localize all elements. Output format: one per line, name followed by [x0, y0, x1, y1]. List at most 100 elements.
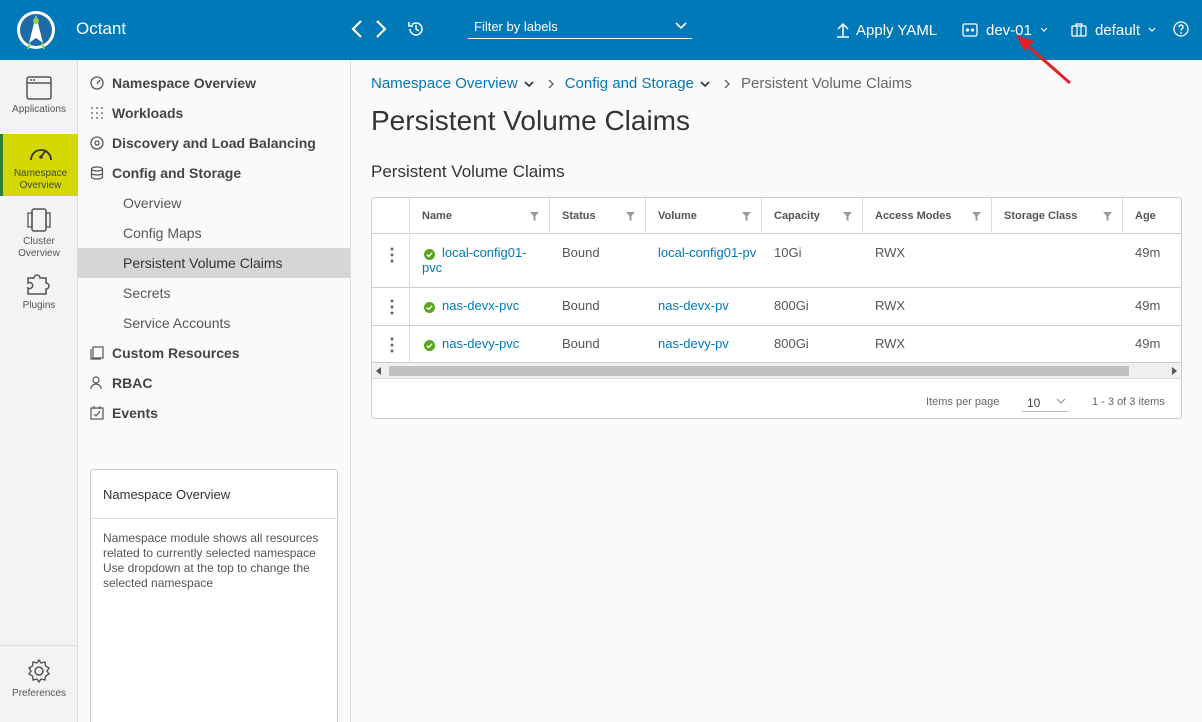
- filter-icon[interactable]: [530, 212, 539, 221]
- chevron-left-icon[interactable]: [348, 19, 366, 39]
- more-actions-icon[interactable]: [390, 247, 394, 263]
- column-header-capacity[interactable]: Capacity: [761, 198, 862, 234]
- scroll-left-arrow-icon[interactable]: [376, 367, 382, 375]
- nav-service-accounts[interactable]: Service Accounts: [78, 308, 350, 338]
- filter-icon[interactable]: [843, 212, 852, 221]
- items-per-page-select[interactable]: 10: [1022, 392, 1068, 412]
- filter-icon[interactable]: [742, 212, 751, 221]
- table-row: nas-devy-pvc Bound nas-devy-pv 800Gi RWX…: [372, 326, 1181, 363]
- pvc-name-link[interactable]: local-config01-pvc: [422, 245, 540, 275]
- nav-config-storage[interactable]: Config and Storage: [78, 158, 350, 188]
- pvc-volume-link[interactable]: local-config01-pv: [658, 245, 758, 260]
- pvc-name-link[interactable]: nas-devy-pvc: [442, 336, 519, 351]
- cluster-icon: [27, 208, 51, 232]
- status-ok-icon: [424, 302, 435, 313]
- filter-icon[interactable]: [626, 212, 635, 221]
- app-title: Octant: [76, 19, 127, 38]
- column-header-status[interactable]: Status: [549, 198, 645, 234]
- nav-label: Overview: [123, 195, 182, 211]
- nav-secrets[interactable]: Secrets: [78, 278, 350, 308]
- column-label: Storage Class: [1004, 210, 1078, 222]
- calendar-check-icon: [90, 406, 104, 420]
- pvc-access-modes: RWX: [875, 298, 906, 313]
- pvc-volume-link[interactable]: nas-devy-pv: [658, 336, 729, 351]
- network-icon: [90, 136, 104, 150]
- page-title: Persistent Volume Claims: [371, 105, 691, 136]
- octant-logo-icon[interactable]: [16, 9, 56, 51]
- pvc-capacity: 800Gi: [774, 298, 809, 313]
- column-label: Status: [562, 210, 596, 222]
- nav-label: Workloads: [112, 105, 184, 121]
- chevron-right-icon[interactable]: [372, 19, 390, 39]
- apply-yaml-button[interactable]: Apply YAML: [836, 19, 937, 41]
- column-header-access-modes[interactable]: Access Modes: [862, 198, 991, 234]
- nav-label: Discovery and Load Balancing: [112, 135, 316, 151]
- namespace-name: default: [1095, 21, 1141, 39]
- column-header-name[interactable]: Name: [409, 198, 549, 234]
- pvc-age: 49m: [1135, 245, 1161, 260]
- rail-item-preferences[interactable]: Preferences: [0, 658, 78, 708]
- breadcrumb-config-storage[interactable]: Config and Storage: [565, 75, 710, 92]
- nav-label: Events: [112, 405, 158, 421]
- chevron-down-icon: [1148, 27, 1156, 32]
- pvc-capacity: 800Gi: [774, 336, 809, 351]
- column-header-storage-class[interactable]: Storage Class: [991, 198, 1122, 234]
- table-row: nas-devx-pvc Bound nas-devx-pv 800Gi RWX…: [372, 288, 1181, 326]
- pvc-age: 49m: [1135, 336, 1161, 351]
- chevron-down-icon: [675, 22, 687, 30]
- secondary-nav: Namespace Overview Workloads Discovery a…: [78, 60, 351, 722]
- label-filter-select[interactable]: Filter by labels: [468, 16, 692, 39]
- nav-label: Secrets: [123, 285, 171, 301]
- pvc-name-link[interactable]: nas-devx-pvc: [442, 298, 519, 313]
- rail-item-namespace-overview[interactable]: Namespace Overview: [0, 134, 78, 196]
- help-card: Namespace Overview Namespace module show…: [90, 469, 338, 722]
- namespace-selector[interactable]: default: [1071, 19, 1156, 41]
- rail-item-cluster-overview[interactable]: Cluster Overview: [0, 208, 78, 260]
- nav-persistent-volume-claims[interactable]: Persistent Volume Claims: [78, 248, 350, 278]
- breadcrumb-current: Persistent Volume Claims: [740, 75, 912, 92]
- rail-item-label: Cluster Overview: [18, 236, 60, 259]
- chevron-down-icon: [700, 80, 710, 87]
- rail-item-label: Applications: [12, 104, 66, 115]
- history-icon[interactable]: [407, 20, 425, 38]
- column-header-age[interactable]: Age: [1122, 198, 1181, 234]
- table-header: Name Status Volume Capacity Access Modes…: [372, 198, 1181, 234]
- nav-custom-resources[interactable]: Custom Resources: [78, 338, 350, 368]
- nav-overview[interactable]: Overview: [78, 188, 350, 218]
- nav-discovery-load-balancing[interactable]: Discovery and Load Balancing: [78, 128, 350, 158]
- column-header-volume[interactable]: Volume: [645, 198, 761, 234]
- scroll-right-arrow-icon[interactable]: [1171, 367, 1177, 375]
- module-rail: Applications Namespace Overview Cluster …: [0, 60, 78, 722]
- table-row: local-config01-pvc Bound local-config01-…: [372, 235, 1181, 288]
- more-actions-icon[interactable]: [390, 299, 394, 315]
- row-divider: [409, 235, 410, 288]
- nav-rbac[interactable]: RBAC: [78, 368, 350, 398]
- filter-icon[interactable]: [972, 212, 981, 221]
- nav-label: Namespace Overview: [112, 75, 256, 91]
- breadcrumb-label: Namespace Overview: [371, 75, 518, 92]
- chevron-right-icon: [548, 79, 554, 88]
- documents-icon: [90, 346, 104, 360]
- breadcrumb-label: Config and Storage: [564, 75, 694, 92]
- scrollbar-thumb[interactable]: [389, 366, 1129, 376]
- pagination-info: 1 - 3 of 3 items: [1092, 396, 1165, 408]
- breadcrumb-namespace-overview[interactable]: Namespace Overview: [371, 75, 534, 92]
- pvc-table: Name Status Volume Capacity Access Modes…: [371, 197, 1182, 419]
- pvc-age: 49m: [1135, 298, 1161, 313]
- pvc-access-modes: RWX: [875, 245, 906, 260]
- horizontal-scrollbar[interactable]: [372, 363, 1181, 379]
- help-card-title: Namespace Overview: [91, 470, 337, 519]
- puzzle-piece-icon: [27, 274, 50, 295]
- filter-icon[interactable]: [1103, 212, 1112, 221]
- nav-workloads[interactable]: Workloads: [78, 98, 350, 128]
- nav-namespace-overview[interactable]: Namespace Overview: [78, 68, 350, 98]
- pvc-volume-link[interactable]: nas-devx-pv: [658, 298, 729, 313]
- label-filter-placeholder: Filter by labels: [474, 19, 558, 34]
- nav-events[interactable]: Events: [78, 398, 350, 428]
- more-actions-icon[interactable]: [390, 337, 394, 353]
- nav-config-maps[interactable]: Config Maps: [78, 218, 350, 248]
- help-icon[interactable]: [1173, 21, 1189, 37]
- rail-item-applications[interactable]: Applications: [0, 76, 78, 126]
- column-label: Capacity: [774, 210, 820, 222]
- rail-item-plugins[interactable]: Plugins: [0, 270, 78, 320]
